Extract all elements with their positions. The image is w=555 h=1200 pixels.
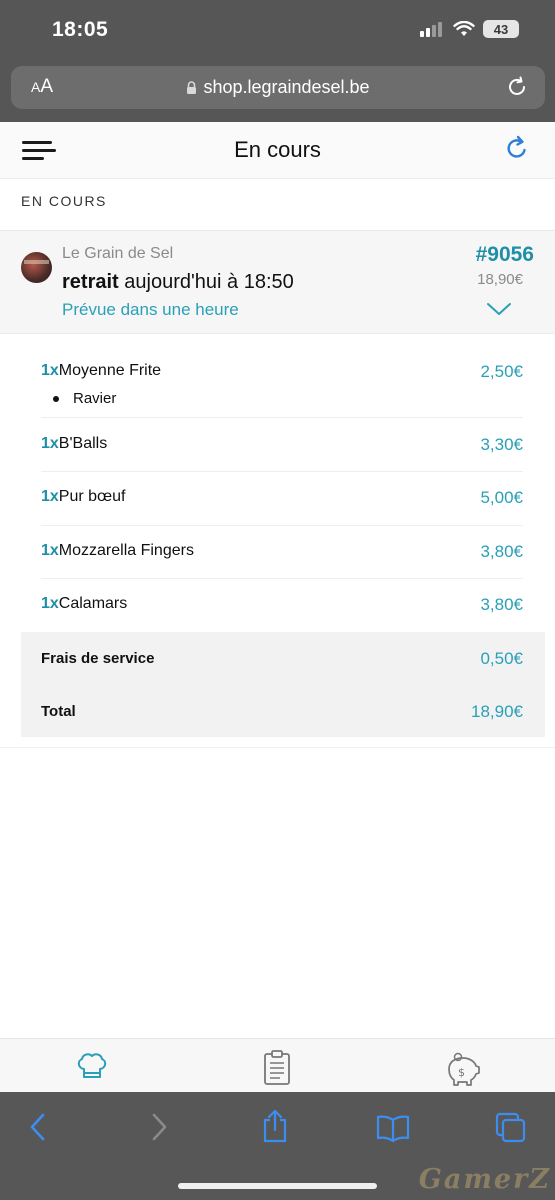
item-name: Moyenne Frite [58, 362, 162, 379]
item-name: Mozzarella Fingers [58, 542, 194, 559]
pickup-type: retrait [62, 271, 119, 293]
item-name: Pur bœuf [58, 488, 126, 505]
item-price: 3,30€ [480, 435, 523, 454]
item-qty: 1x [41, 542, 59, 559]
item-qty: 1x [41, 435, 59, 452]
order-item: 1xMoyenne Frite 2,50€ Ravier [41, 362, 523, 418]
share-icon[interactable] [260, 1108, 290, 1144]
item-qty: 1x [41, 488, 59, 505]
item-option-label: Ravier [73, 390, 117, 407]
signal-icon [420, 22, 442, 37]
item-name: B'Balls [58, 435, 108, 452]
lock-icon [187, 81, 197, 94]
restaurant-name: Le Grain de Sel [62, 245, 174, 262]
divider [0, 747, 555, 748]
chevron-down-icon[interactable] [486, 301, 512, 317]
battery-indicator: 43 [483, 20, 519, 38]
item-price: 5,00€ [480, 488, 523, 507]
totals-box: Frais de service 0,50€ Total 18,90€ [21, 632, 545, 737]
back-icon[interactable] [28, 1112, 48, 1142]
tabs-icon[interactable] [495, 1112, 527, 1144]
item-price: 3,80€ [480, 542, 523, 561]
chef-hat-icon[interactable] [75, 1051, 109, 1083]
order-price: 18,90€ [477, 271, 523, 288]
eta-text: Prévue dans une heure [62, 300, 239, 319]
refresh-icon[interactable] [503, 135, 531, 163]
app-tab-bar: $ [0, 1038, 555, 1093]
item-name: Calamars [58, 595, 128, 612]
section-label: EN COURS [21, 193, 107, 209]
item-qty: 1x [41, 362, 59, 379]
reload-icon[interactable] [505, 75, 529, 99]
url-text[interactable]: shop.legraindesel.be [11, 77, 545, 98]
app-header: En cours [0, 122, 555, 179]
order-item: 1xB'Balls 3,30€ [41, 435, 523, 472]
url-bar[interactable]: AA shop.legraindesel.be [11, 66, 545, 109]
order-number: #9056 [475, 243, 534, 266]
bullet [53, 395, 59, 402]
order-card[interactable]: Le Grain de Sel retrait aujourd'hui à 18… [0, 231, 555, 334]
order-item: 1xPur bœuf 5,00€ [41, 488, 523, 526]
item-price: 3,80€ [480, 595, 523, 614]
item-option: Ravier [53, 390, 523, 407]
service-fee-value: 0,50€ [480, 649, 523, 668]
pickup-info: retrait aujourd'hui à 18:50 [62, 271, 294, 294]
forward-icon[interactable] [149, 1112, 169, 1142]
clipboard-icon[interactable] [262, 1049, 292, 1087]
home-indicator [178, 1183, 377, 1189]
svg-text:$: $ [458, 1066, 465, 1079]
status-time: 18:05 [52, 18, 109, 41]
item-price: 2,50€ [480, 362, 523, 381]
order-item: 1xMozzarella Fingers 3,80€ [41, 542, 523, 579]
total-label: Total [41, 703, 76, 720]
service-fee-row: Frais de service 0,50€ [41, 649, 523, 668]
watermark: GamerZ [418, 1164, 551, 1195]
pickup-time: aujourd'hui à 18:50 [118, 271, 294, 293]
order-item: 1xCalamars 3,80€ [41, 595, 523, 632]
bookmarks-icon[interactable] [376, 1114, 410, 1142]
total-value: 18,90€ [471, 702, 523, 721]
url-label: shop.legraindesel.be [203, 77, 370, 97]
restaurant-avatar [21, 252, 52, 283]
service-fee-label: Frais de service [41, 650, 155, 667]
piggy-bank-icon[interactable]: $ [443, 1051, 481, 1087]
page-title: En cours [234, 137, 321, 162]
browser-top-chrome: 18:05 43 AA shop.legraindesel.be [0, 0, 555, 122]
total-row: Total 18,90€ [41, 702, 523, 721]
item-qty: 1x [41, 595, 59, 612]
wifi-icon [453, 21, 475, 36]
status-icons: 43 [419, 20, 519, 38]
